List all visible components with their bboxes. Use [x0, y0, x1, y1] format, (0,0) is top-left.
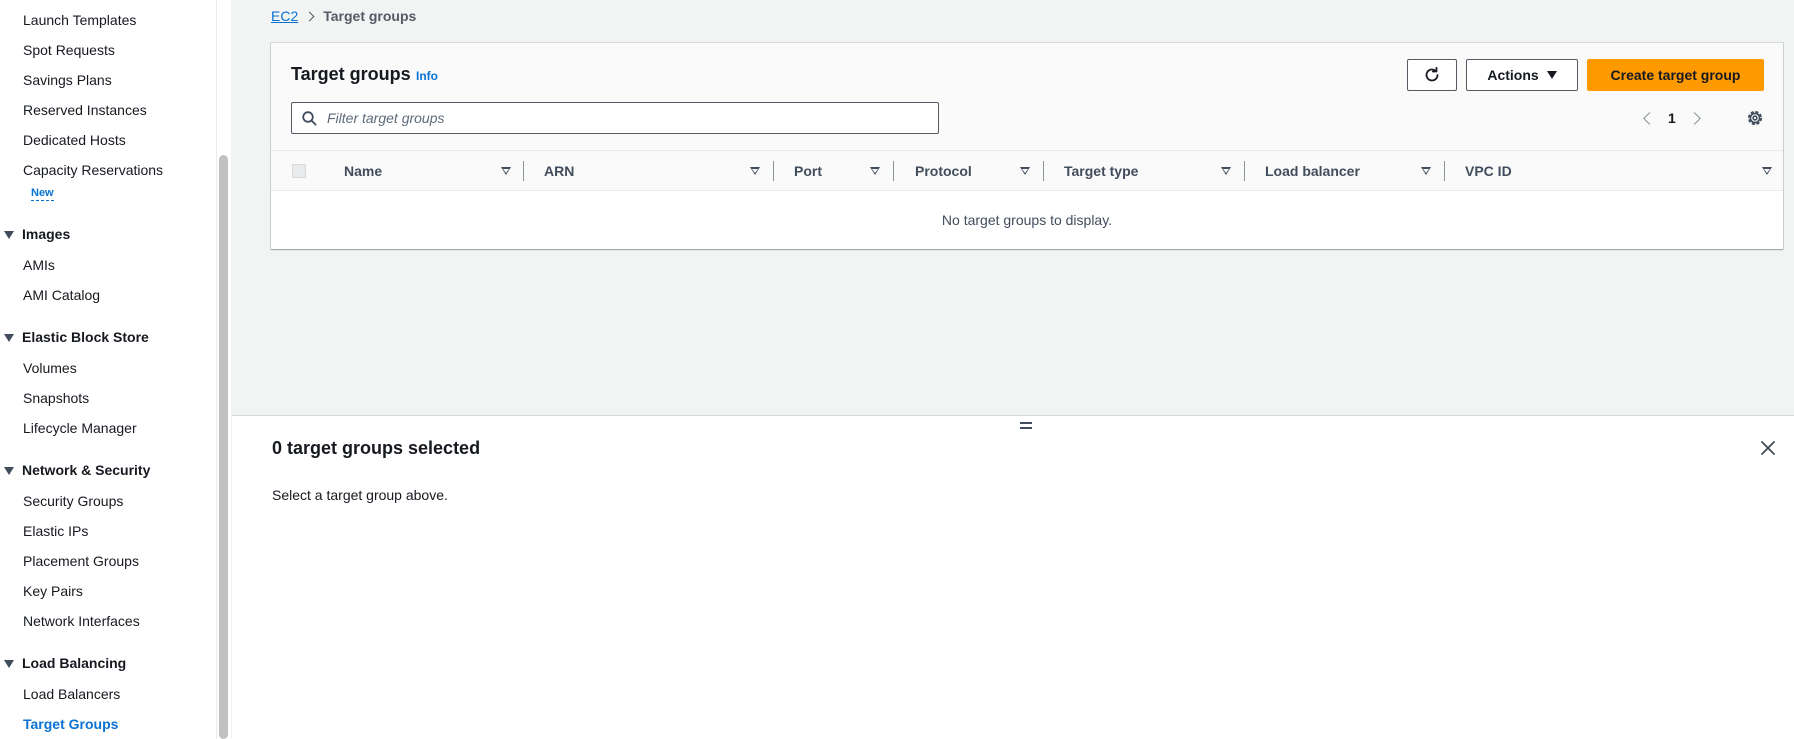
search-icon [302, 110, 317, 126]
sidebar-nav: Launch Templates Spot Requests Savings P… [0, 0, 217, 739]
column-divider[interactable] [1444, 161, 1445, 181]
refresh-button[interactable] [1407, 59, 1457, 91]
split-panel: 0 target groups selected Select a target… [232, 415, 1794, 739]
caret-down-icon[interactable] [4, 467, 14, 475]
table-header: Target groups Info Actions Create target… [271, 43, 1783, 151]
sidebar-scrollbar-thumb[interactable] [219, 155, 228, 739]
split-panel-title: 0 target groups selected [272, 438, 481, 458]
breadcrumb-current: Target groups [323, 8, 417, 24]
breadcrumb-link-ec2[interactable]: EC2 [271, 8, 298, 24]
column-header-load-balancer[interactable]: Load balancer [1265, 151, 1360, 191]
sidebar-item-launch-templates[interactable]: Launch Templates [23, 12, 136, 28]
close-icon[interactable] [1760, 440, 1776, 456]
column-divider[interactable] [523, 161, 524, 181]
new-badge[interactable]: New [31, 187, 54, 201]
column-header-port[interactable]: Port [794, 151, 822, 191]
column-divider[interactable] [1244, 161, 1245, 181]
sidebar-item-network-interfaces[interactable]: Network Interfaces [23, 613, 140, 629]
column-divider[interactable] [1043, 161, 1044, 181]
breadcrumb: EC2 Target groups [271, 7, 416, 25]
column-divider[interactable] [893, 161, 894, 181]
column-header-vpc-id[interactable]: VPC ID [1465, 151, 1512, 191]
sort-icon[interactable] [1421, 167, 1431, 175]
sort-icon[interactable] [750, 167, 760, 175]
page-number[interactable]: 1 [1668, 110, 1676, 126]
filter-input[interactable] [327, 110, 907, 126]
sidebar-item-savings-plans[interactable]: Savings Plans [23, 72, 112, 88]
column-header-protocol[interactable]: Protocol [915, 151, 972, 191]
select-all-checkbox[interactable] [292, 164, 306, 178]
create-target-group-button[interactable]: Create target group [1587, 59, 1764, 91]
sort-icon[interactable] [1762, 167, 1772, 175]
split-panel-message: Select a target group above. [272, 487, 448, 503]
target-groups-table: Target groups Info Actions Create target… [271, 43, 1783, 249]
sidebar-item-lifecycle-manager[interactable]: Lifecycle Manager [23, 420, 137, 436]
column-header-target-type[interactable]: Target type [1064, 151, 1138, 191]
table-column-headers: Name ARN Port Protocol Target type Load … [271, 151, 1783, 191]
info-link[interactable]: Info [416, 69, 438, 83]
column-header-arn[interactable]: ARN [544, 151, 574, 191]
sidebar-item-security-groups[interactable]: Security Groups [23, 493, 123, 509]
sidebar-item-amis[interactable]: AMIs [23, 257, 55, 273]
sidebar-item-reserved-instances[interactable]: Reserved Instances [23, 102, 147, 118]
sidebar-section-load-balancing[interactable]: Load Balancing [22, 655, 126, 671]
sort-icon[interactable] [501, 167, 511, 175]
sort-icon[interactable] [1221, 167, 1231, 175]
sidebar-item-placement-groups[interactable]: Placement Groups [23, 553, 139, 569]
caret-down-icon[interactable] [4, 334, 14, 342]
sidebar-item-volumes[interactable]: Volumes [23, 360, 77, 376]
sidebar-section-network-security[interactable]: Network & Security [22, 462, 150, 478]
sidebar-item-key-pairs[interactable]: Key Pairs [23, 583, 83, 599]
filter-field[interactable] [291, 102, 939, 134]
pagination: 1 [1643, 109, 1701, 127]
sidebar-section-ebs[interactable]: Elastic Block Store [22, 329, 149, 345]
sidebar-item-target-groups[interactable]: Target Groups [23, 716, 118, 732]
settings-icon[interactable] [1745, 108, 1765, 128]
caret-down-icon[interactable] [4, 660, 14, 668]
chevron-right-icon [304, 11, 315, 21]
empty-table-message: No target groups to display. [941, 212, 1113, 228]
actions-label: Actions [1487, 67, 1539, 83]
sidebar-item-load-balancers[interactable]: Load Balancers [23, 686, 120, 702]
sidebar-item-snapshots[interactable]: Snapshots [23, 390, 89, 406]
sidebar-section-images[interactable]: Images [22, 226, 70, 242]
sort-icon[interactable] [870, 167, 880, 175]
refresh-icon [1425, 66, 1439, 82]
column-divider[interactable] [773, 161, 774, 181]
page-title: Target groups [291, 64, 411, 84]
chevron-right-icon[interactable] [1687, 111, 1701, 125]
sidebar-item-capacity-reservations[interactable]: Capacity Reservations [23, 162, 163, 178]
sidebar-item-elastic-ips[interactable]: Elastic IPs [23, 523, 88, 539]
caret-down-icon [1546, 71, 1557, 79]
sidebar-item-dedicated-hosts[interactable]: Dedicated Hosts [23, 132, 126, 148]
sidebar-item-ami-catalog[interactable]: AMI Catalog [23, 287, 100, 303]
actions-button[interactable]: Actions [1466, 59, 1578, 91]
chevron-left-icon[interactable] [1643, 111, 1656, 125]
resize-handle[interactable] [1020, 422, 1032, 431]
caret-down-icon[interactable] [4, 231, 14, 239]
sort-icon[interactable] [1020, 167, 1030, 175]
sidebar-item-spot-requests[interactable]: Spot Requests [23, 42, 115, 58]
column-header-name[interactable]: Name [344, 151, 382, 191]
